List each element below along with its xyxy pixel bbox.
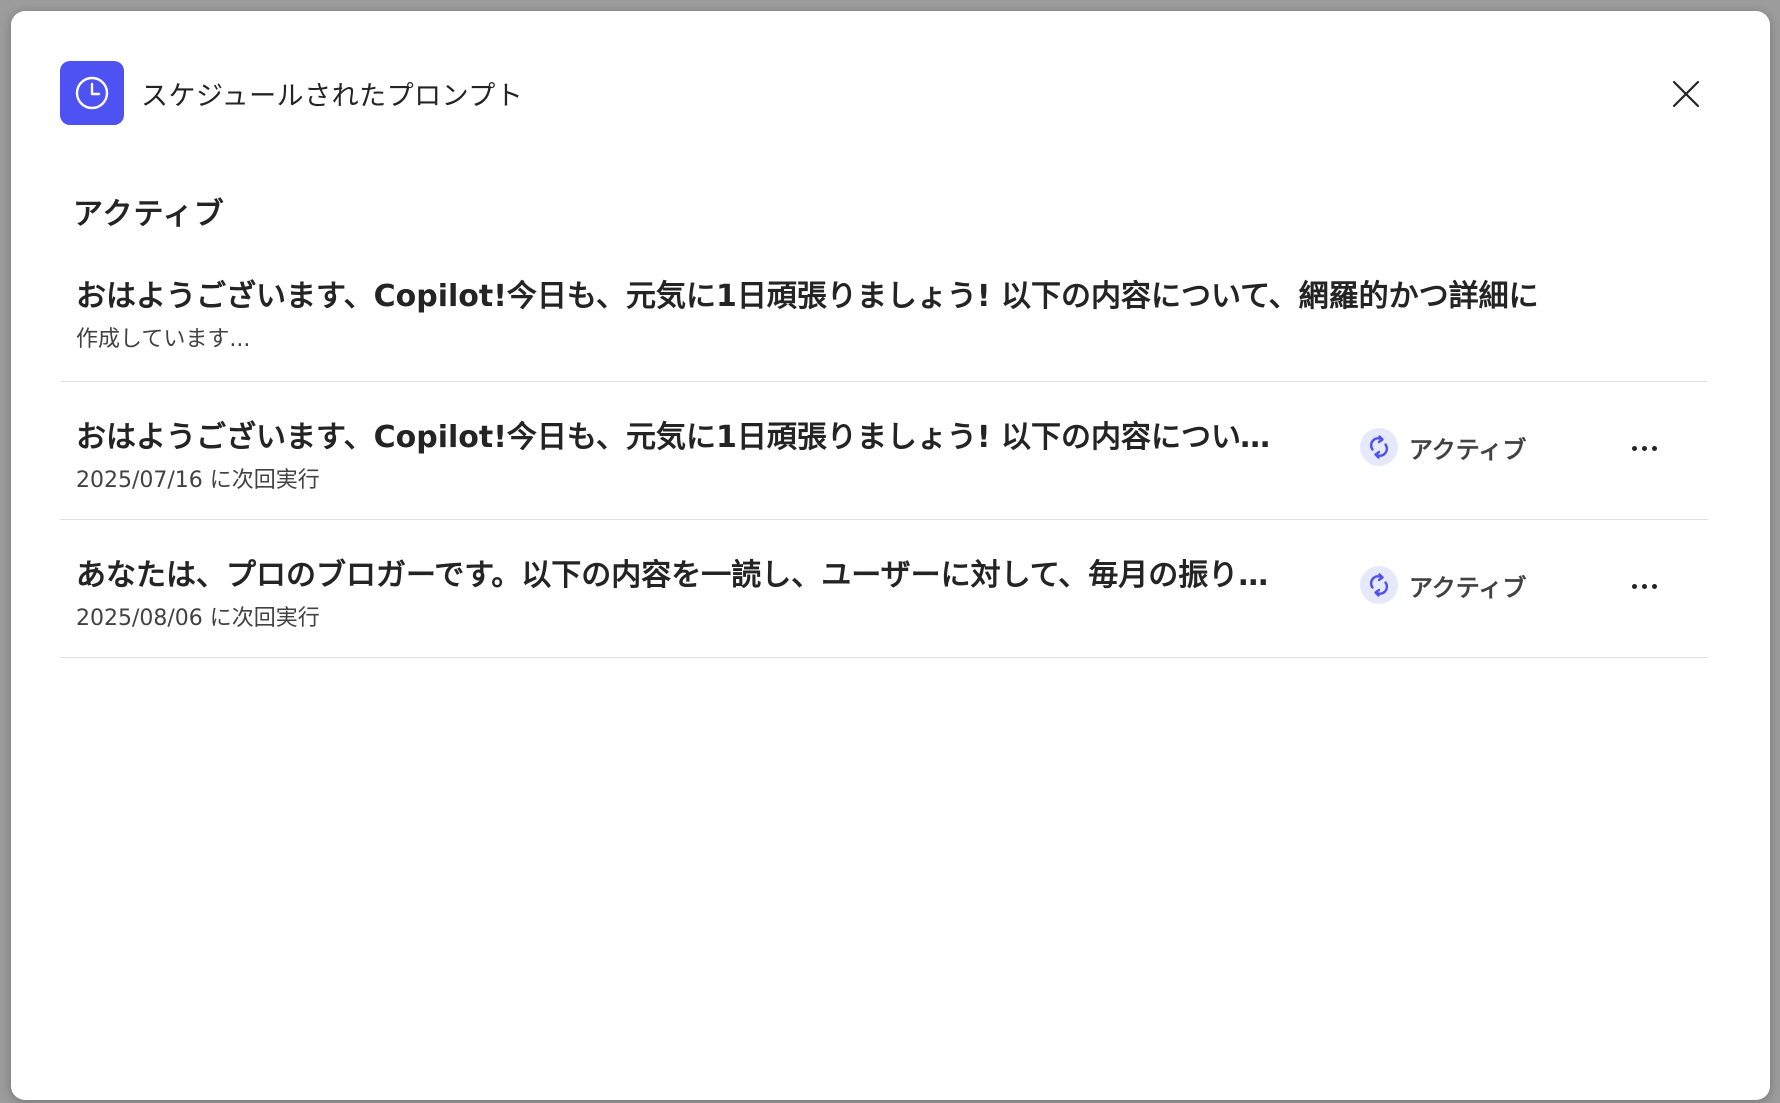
prompt-title: おはようございます、Copilot!今日も、元気に1日頑張りましょう! 以下の内… bbox=[76, 279, 1539, 314]
close-button[interactable] bbox=[1665, 73, 1707, 115]
more-icon-dot bbox=[1641, 583, 1647, 589]
more-icon bbox=[1631, 445, 1637, 451]
more-options-button[interactable] bbox=[1626, 568, 1662, 604]
list-item[interactable]: おはようございます、Copilot!今日も、元気に1日頑張りましょう! 以下の内… bbox=[60, 249, 1708, 382]
next-run-date: 2025/08/06 に次回実行 bbox=[76, 606, 320, 631]
next-run-date: 2025/07/16 に次回実行 bbox=[76, 468, 320, 493]
scheduled-prompt-list: おはようございます、Copilot!今日も、元気に1日頑張りましょう! 以下の内… bbox=[60, 249, 1708, 658]
more-icon-dot bbox=[1641, 445, 1647, 451]
more-icon-dot bbox=[1651, 583, 1657, 589]
list-item[interactable]: おはようございます、Copilot!今日も、元気に1日頑張りましょう! 以下の内… bbox=[60, 382, 1708, 520]
clock-icon bbox=[60, 61, 124, 125]
dialog-header: スケジュールされたプロンプト bbox=[60, 61, 523, 125]
section-title-active: アクティブ bbox=[73, 197, 225, 232]
status-badge: アクティブ bbox=[1360, 566, 1526, 604]
prompt-title: あなたは、プロのブロガーです。以下の内容を一読し、ユーザーに対して、毎月の振り返… bbox=[76, 558, 1271, 593]
prompt-title: おはようございます、Copilot!今日も、元気に1日頑張りましょう! 以下の内… bbox=[76, 420, 1271, 455]
prompt-subtitle: 作成しています... bbox=[76, 327, 251, 352]
close-icon bbox=[1672, 80, 1700, 108]
status-label: アクティブ bbox=[1409, 573, 1527, 602]
dialog-title: スケジュールされたプロンプト bbox=[141, 80, 524, 112]
more-icon-dot bbox=[1651, 445, 1657, 451]
list-item[interactable]: あなたは、プロのブロガーです。以下の内容を一読し、ユーザーに対して、毎月の振り返… bbox=[60, 520, 1708, 658]
more-options-button[interactable] bbox=[1626, 430, 1662, 466]
status-badge: アクティブ bbox=[1360, 428, 1526, 466]
status-label: アクティブ bbox=[1409, 435, 1527, 464]
scheduled-prompts-dialog: スケジュールされたプロンプト アクティブ おはようございます、Copilot!今… bbox=[11, 11, 1770, 1100]
more-icon bbox=[1631, 583, 1637, 589]
recurring-icon bbox=[1360, 428, 1398, 466]
recurring-icon bbox=[1360, 566, 1398, 604]
